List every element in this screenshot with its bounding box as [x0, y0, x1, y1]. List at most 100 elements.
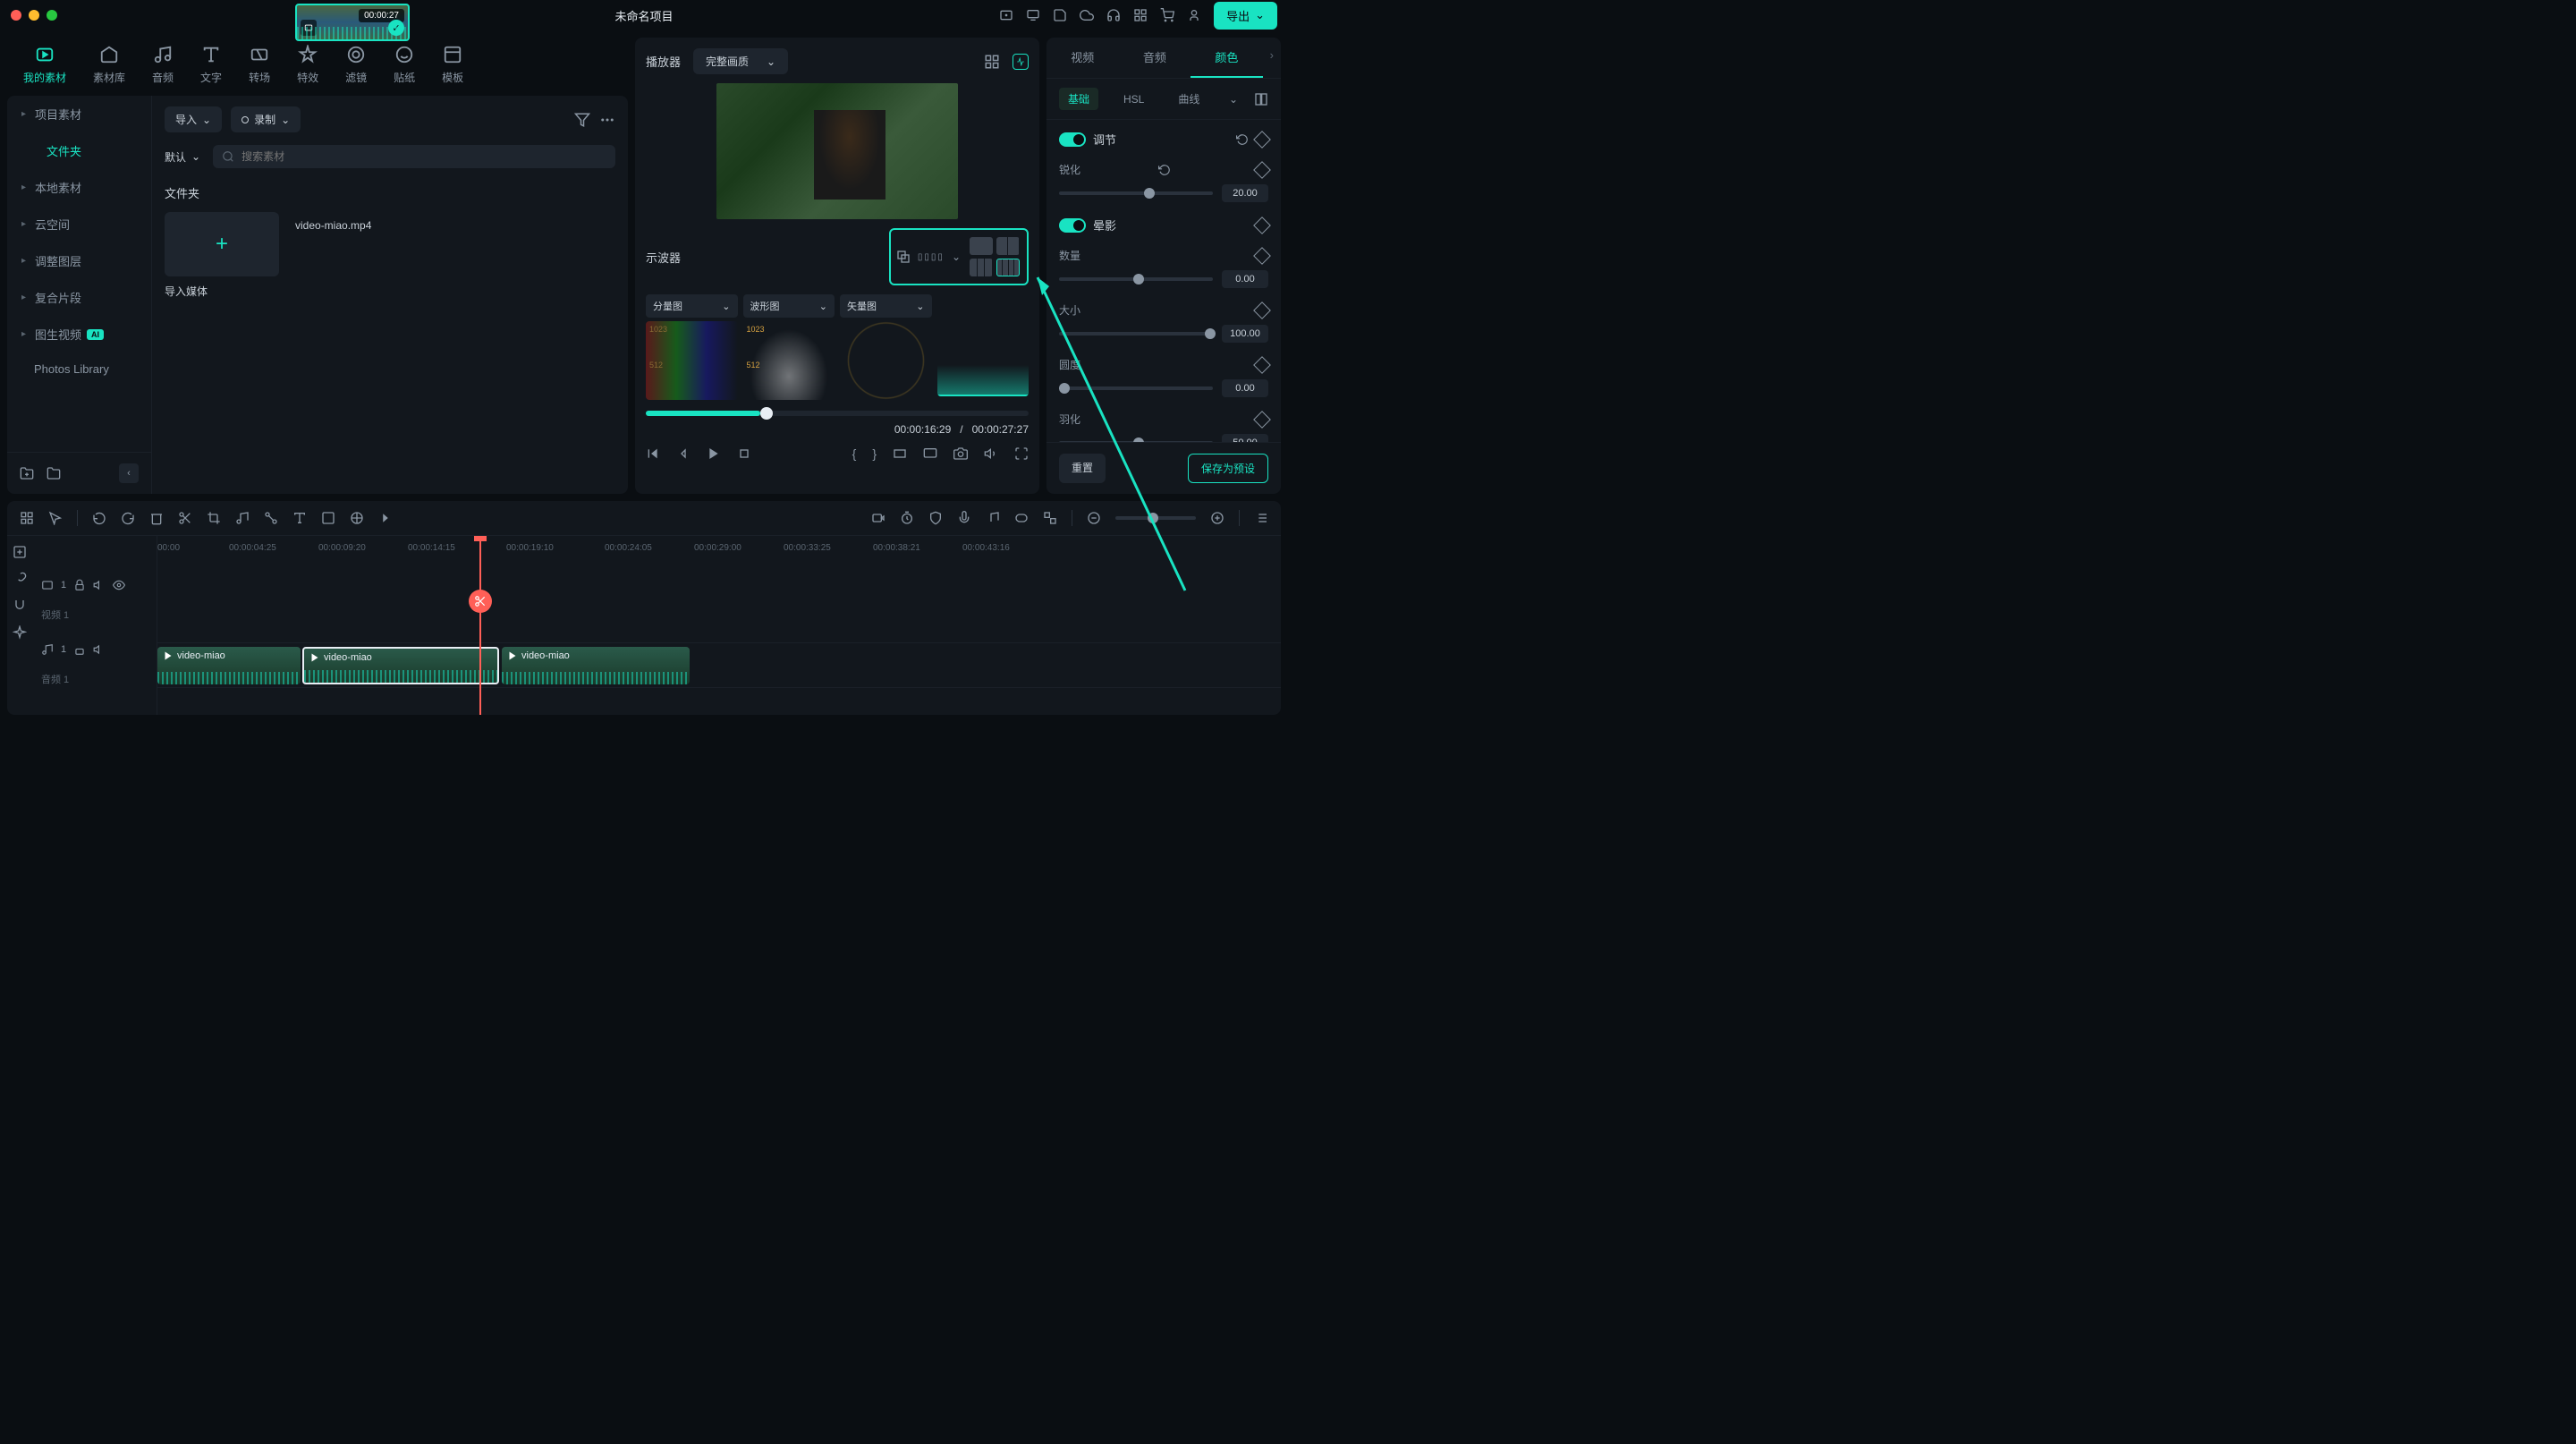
snap-icon[interactable]	[1043, 511, 1057, 525]
maximize-icon[interactable]	[47, 10, 57, 21]
layout-single[interactable]	[970, 237, 993, 255]
collapse-sidebar-button[interactable]: ‹	[119, 463, 139, 483]
reset-icon[interactable]	[1236, 133, 1249, 146]
size-slider[interactable]	[1059, 332, 1213, 336]
mute-icon[interactable]	[93, 643, 106, 656]
sort-button[interactable]: 默认⌄	[165, 146, 200, 168]
play-icon[interactable]	[707, 446, 721, 461]
zoom-out-icon[interactable]	[1087, 511, 1101, 525]
waveform-layout-icon[interactable]	[1013, 54, 1029, 70]
keyframe-icon[interactable]	[1253, 217, 1271, 234]
track-link-icon[interactable]	[13, 572, 27, 586]
text-icon[interactable]	[292, 511, 307, 525]
sidebar-item-photos[interactable]: Photos Library	[7, 353, 151, 386]
track-magnet-icon[interactable]	[13, 599, 27, 613]
sharpen-value[interactable]: 20.00	[1222, 184, 1268, 202]
record-tl-icon[interactable]	[871, 511, 886, 525]
amount-value[interactable]: 0.00	[1222, 270, 1268, 288]
cut-icon[interactable]	[178, 511, 192, 525]
keyframe-icon[interactable]	[1253, 302, 1271, 319]
sidebar-item-folder[interactable]: 文件夹	[7, 132, 151, 169]
subtab-curves[interactable]: 曲线	[1169, 88, 1208, 110]
audio-track-head[interactable]: 1	[32, 627, 157, 672]
reset-icon[interactable]	[1158, 164, 1171, 176]
media-clip-card[interactable]: 00:00:27 ✓ video-miao.mp4	[295, 212, 410, 299]
prev-frame-icon[interactable]	[646, 446, 660, 461]
fullscreen-icon[interactable]	[1014, 446, 1029, 461]
new-folder-icon[interactable]	[20, 466, 34, 480]
grid-layout-icon[interactable]	[984, 54, 1000, 70]
eye-icon[interactable]	[113, 579, 125, 591]
popout-icon[interactable]	[896, 250, 911, 264]
keyframe-icon[interactable]	[1253, 131, 1271, 149]
tab-my-media[interactable]: 我的素材	[23, 45, 66, 85]
tab-templates[interactable]: 模板	[442, 45, 463, 85]
timeline-clip[interactable]: video-miao	[502, 647, 690, 684]
subtab-hsl[interactable]: HSL	[1114, 89, 1153, 109]
more-icon[interactable]	[599, 112, 615, 128]
sidebar-item-local[interactable]: ▸本地素材	[7, 169, 151, 206]
minimize-icon[interactable]	[29, 10, 39, 21]
scope-parade-select[interactable]: 分量图⌄	[646, 294, 738, 318]
sidebar-item-project[interactable]: ▸项目素材	[7, 96, 151, 132]
sidebar-item-imgvideo[interactable]: ▸图生视频AI	[7, 316, 151, 353]
timeline-clip-selected[interactable]: video-miao	[302, 647, 499, 684]
tab-audio[interactable]: 音频	[152, 45, 174, 85]
tab-color[interactable]: 颜色	[1191, 38, 1263, 78]
playhead[interactable]	[479, 536, 481, 715]
mark-out-icon[interactable]: }	[872, 446, 877, 461]
redo-icon[interactable]	[121, 511, 135, 525]
compare-icon[interactable]	[1254, 92, 1268, 106]
keyframe-icon[interactable]	[1253, 356, 1271, 374]
round-value[interactable]: 0.00	[1222, 379, 1268, 397]
amount-slider[interactable]	[1059, 277, 1213, 281]
zoom-in-icon[interactable]	[1210, 511, 1224, 525]
subtab-basic[interactable]: 基础	[1059, 88, 1098, 110]
zoom-slider[interactable]	[1115, 516, 1196, 520]
lock-icon[interactable]	[73, 579, 86, 591]
audio-tl-icon[interactable]	[986, 511, 1000, 525]
tab-text[interactable]: 文字	[200, 45, 222, 85]
timeline-ruler[interactable]: 00:00 00:00:04:25 00:00:09:20 00:00:14:1…	[157, 536, 1281, 563]
scope-waveform-select[interactable]: 波形图⌄	[743, 294, 835, 318]
export-button[interactable]: 导出 ⌄	[1214, 2, 1277, 30]
sidebar-item-cloud[interactable]: ▸云空间	[7, 206, 151, 242]
cart-icon[interactable]	[1160, 8, 1174, 22]
lock-icon[interactable]	[73, 643, 86, 656]
track-sparkle-icon[interactable]	[13, 625, 27, 640]
chevron-down-icon[interactable]: ⌄	[1229, 93, 1238, 106]
screenshot-icon[interactable]	[999, 8, 1013, 22]
mic-icon[interactable]	[957, 511, 971, 525]
sharpen-slider[interactable]	[1059, 191, 1213, 195]
playback-slider[interactable]	[646, 411, 1029, 416]
tab-filters[interactable]: 滤镜	[345, 45, 367, 85]
timeline-clip[interactable]: video-miao	[157, 647, 301, 684]
track-add-icon[interactable]	[13, 545, 27, 559]
feather-slider[interactable]	[1059, 441, 1213, 442]
user-icon[interactable]	[1187, 8, 1201, 22]
keyframe-icon[interactable]	[1253, 411, 1271, 429]
size-value[interactable]: 100.00	[1222, 325, 1268, 343]
marker-icon[interactable]	[1014, 511, 1029, 525]
music-icon[interactable]	[235, 511, 250, 525]
crop-icon[interactable]	[207, 511, 221, 525]
stop-icon[interactable]	[737, 446, 751, 461]
search-input[interactable]	[213, 145, 615, 168]
folder-icon[interactable]	[47, 466, 61, 480]
tab-video[interactable]: 视频	[1046, 38, 1119, 78]
record-button[interactable]: 录制⌄	[231, 106, 301, 132]
snapshot-icon[interactable]	[953, 446, 968, 461]
chevron-down-icon[interactable]: ⌄	[952, 251, 961, 263]
filter-icon[interactable]	[574, 112, 590, 128]
headphone-icon[interactable]	[1106, 8, 1121, 22]
monitor-icon[interactable]	[1026, 8, 1040, 22]
tab-effects[interactable]: 特效	[297, 45, 318, 85]
display-icon[interactable]	[923, 446, 937, 461]
select-tool-icon[interactable]	[20, 511, 34, 525]
quality-select[interactable]: 完整画质⌄	[693, 48, 788, 74]
link-icon[interactable]	[264, 511, 278, 525]
keyframe-icon[interactable]	[1253, 247, 1271, 265]
tab-more[interactable]: ›	[1263, 38, 1281, 78]
tab-stickers[interactable]: 贴纸	[394, 45, 415, 85]
layout-quad[interactable]	[996, 259, 1020, 276]
